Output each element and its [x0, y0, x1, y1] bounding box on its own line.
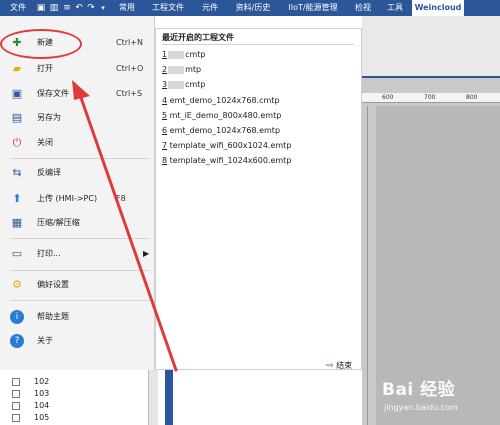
- watermark-logo: Bai 经验: [382, 380, 456, 400]
- annotation-arrow: [72, 80, 178, 372]
- watermark-url: jingyan.baidu.com: [384, 403, 458, 412]
- baidu-watermark: Bai 经验 jingyan.baidu.com: [382, 375, 494, 419]
